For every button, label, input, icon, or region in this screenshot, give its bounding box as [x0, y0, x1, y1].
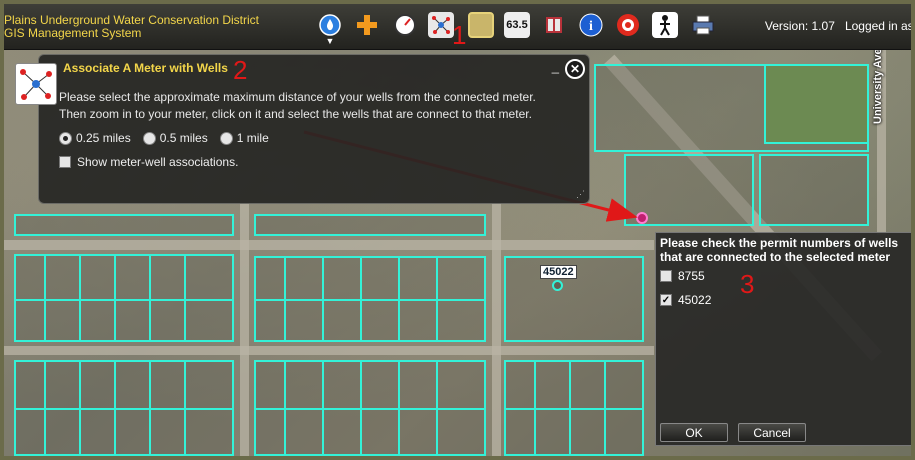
- person-icon[interactable]: [652, 12, 678, 38]
- lot-line: [184, 254, 186, 342]
- well-permit-number: 8755: [678, 269, 705, 283]
- street-label-university-ave: University Ave: [872, 48, 884, 124]
- panel-heading: Please check the permit numbers of wells…: [660, 236, 899, 264]
- info-icon[interactable]: i: [578, 12, 604, 38]
- radio-button[interactable]: [142, 132, 156, 146]
- associate-meter-dialog: Associate A Meter with Wells 2 _ ✕ Pleas…: [15, 54, 590, 204]
- app-title: Plains Underground Water Conservation Di…: [4, 13, 259, 40]
- lot-line: [254, 408, 486, 410]
- minimize-button[interactable]: _: [552, 59, 559, 74]
- water-drop-icon[interactable]: [317, 12, 343, 38]
- distance-radio-group: 0.25 miles 0.5 miles 1 mile: [59, 131, 269, 146]
- measure-icon[interactable]: 63.5: [504, 12, 530, 38]
- well-permit-number: 45022: [678, 293, 712, 307]
- radio-button[interactable]: [59, 132, 72, 146]
- parcel-block: [14, 214, 234, 236]
- cancel-button[interactable]: Cancel: [738, 423, 806, 442]
- lot-line: [149, 254, 151, 342]
- annotation-number-2: 2: [233, 55, 248, 85]
- map-layer-icon[interactable]: [468, 12, 494, 38]
- target-icon[interactable]: [615, 12, 641, 38]
- chevron-down-icon[interactable]: ▼: [322, 36, 338, 46]
- meter-well-network-icon: [15, 63, 57, 105]
- radio-option-1-mile[interactable]: 1 mile: [219, 131, 269, 146]
- radio-option-0-5-miles[interactable]: 0.5 miles: [142, 131, 208, 146]
- close-button[interactable]: ✕: [565, 59, 585, 79]
- well-row-45022[interactable]: ✓ 45022: [660, 293, 711, 307]
- radio-label: 0.25 miles: [76, 131, 131, 145]
- meter-well-network-icon[interactable]: [428, 12, 454, 38]
- meter-marker[interactable]: [636, 212, 648, 224]
- radio-option-0-25-miles[interactable]: 0.25 miles: [59, 131, 131, 146]
- resize-grip-icon[interactable]: ⋰: [576, 189, 585, 200]
- lot-line: [504, 408, 644, 410]
- well-checkbox[interactable]: ✓: [660, 294, 672, 306]
- version-info: Version: 1.07 Logged in as:: [764, 19, 915, 33]
- lot-line: [44, 254, 46, 342]
- parcel-block: [14, 254, 234, 342]
- svg-text:i: i: [589, 19, 593, 34]
- well-marker[interactable]: [552, 280, 563, 291]
- show-associations-label: Show meter-well associations.: [77, 155, 239, 169]
- radio-button[interactable]: [219, 132, 233, 146]
- lot-line: [14, 408, 234, 410]
- parcel-block: [759, 154, 869, 226]
- lot-line: [254, 299, 486, 301]
- wells-selection-panel: Please check the permit numbers of wells…: [655, 232, 911, 446]
- printer-icon[interactable]: [690, 12, 716, 38]
- road: [240, 204, 249, 456]
- well-row-8755[interactable]: 8755: [660, 269, 705, 283]
- road: [4, 240, 654, 250]
- instruction-line-2: Then zoom in to your meter, click on it …: [59, 107, 532, 121]
- show-associations-option[interactable]: Show meter-well associations.: [59, 155, 238, 169]
- dialog-instructions: Please select the approximate maximum di…: [59, 89, 579, 123]
- field-parcel: [764, 64, 869, 144]
- app-window: University Ave 45022 Plains Underground …: [0, 0, 915, 460]
- radio-label: 1 mile: [236, 131, 269, 145]
- lot-line: [114, 254, 116, 342]
- dialog-title: Associate A Meter with Wells: [63, 61, 228, 75]
- logged-in-text: Logged in as:: [844, 19, 915, 33]
- lot-line: [79, 254, 81, 342]
- gauge-icon[interactable]: [392, 12, 418, 38]
- instruction-line-1: Please select the approximate maximum di…: [59, 90, 536, 104]
- parcel-block: [254, 214, 486, 236]
- radio-label: 0.5 miles: [159, 131, 208, 145]
- annotation-number-1: 1: [452, 20, 467, 50]
- well-label: 45022: [540, 265, 577, 279]
- add-cross-icon[interactable]: [354, 12, 380, 38]
- show-associations-checkbox[interactable]: [59, 156, 71, 168]
- road: [492, 204, 501, 456]
- annotation-number-3: 3: [740, 269, 755, 299]
- well-checkbox[interactable]: [660, 270, 672, 282]
- ok-button[interactable]: OK: [660, 423, 728, 442]
- road: [4, 346, 654, 355]
- book-icon[interactable]: [541, 12, 567, 38]
- version-text: Version: 1.07: [764, 19, 835, 33]
- lot-line: [14, 299, 234, 301]
